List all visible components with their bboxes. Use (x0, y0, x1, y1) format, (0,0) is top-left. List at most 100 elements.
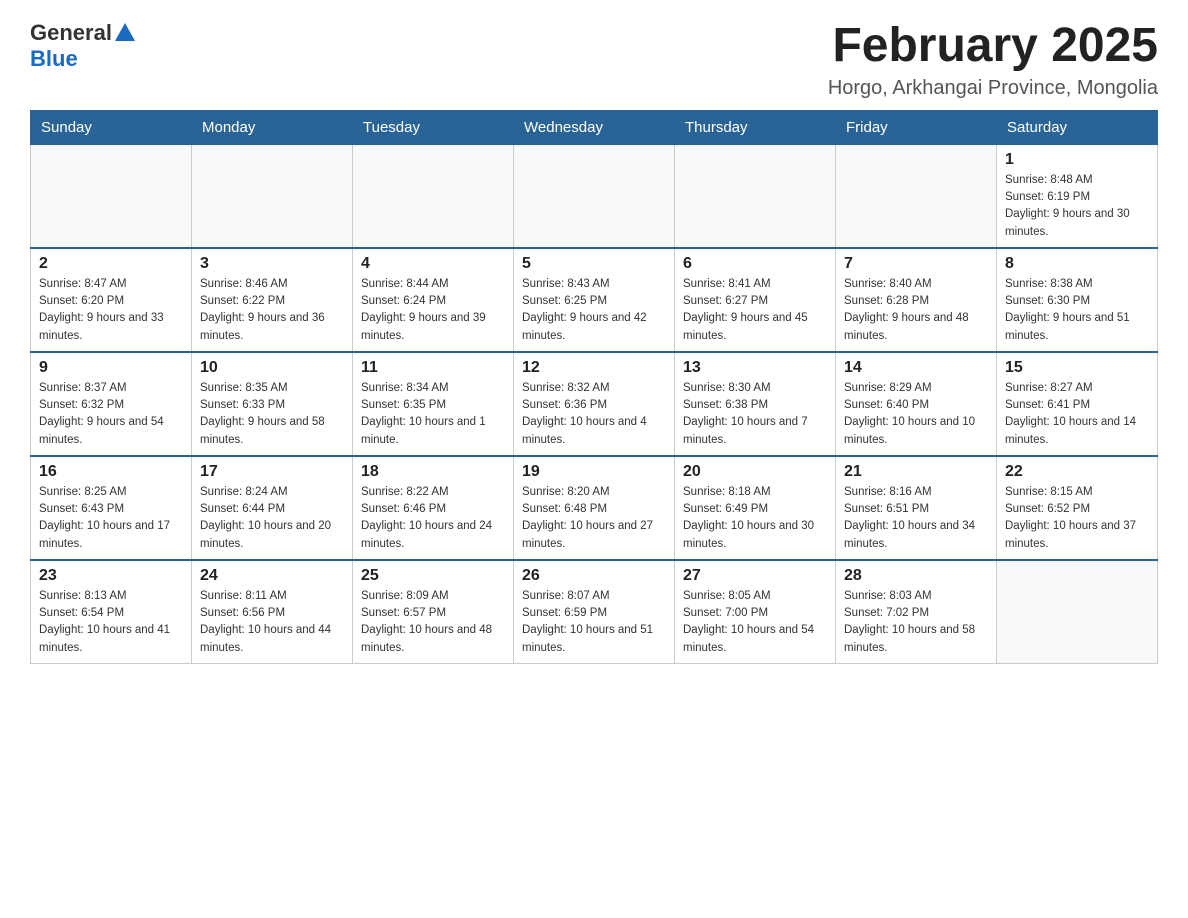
day-info: Sunrise: 8:34 AM Sunset: 6:35 PM Dayligh… (361, 380, 505, 449)
day-number: 11 (361, 359, 505, 377)
day-info: Sunrise: 8:37 AM Sunset: 6:32 PM Dayligh… (39, 380, 183, 449)
day-number: 20 (683, 463, 827, 481)
day-number: 1 (1005, 151, 1149, 169)
day-number: 6 (683, 255, 827, 273)
calendar-day-cell: 1 Sunrise: 8:48 AM Sunset: 6:19 PM Daylig… (997, 144, 1158, 248)
calendar-week-row: 23 Sunrise: 8:13 AM Sunset: 6:54 PM Dayli… (31, 560, 1158, 664)
day-number: 23 (39, 567, 183, 585)
calendar-week-row: 2Sunrise: 8:47 AM Sunset: 6:20 PM Daylig… (31, 248, 1158, 352)
day-info: Sunrise: 8:24 AM Sunset: 6:44 PM Dayligh… (200, 484, 344, 553)
day-number: 15 (1005, 359, 1149, 377)
calendar-day-cell: 28 Sunrise: 8:03 AM Sunset: 7:02 PM Dayli… (836, 560, 997, 664)
calendar-day-cell: 22 Sunrise: 8:15 AM Sunset: 6:52 PM Dayli… (997, 456, 1158, 560)
calendar-day-cell: 21 Sunrise: 8:16 AM Sunset: 6:51 PM Dayli… (836, 456, 997, 560)
col-header-sunday: Sunday (31, 110, 192, 144)
day-info: Sunrise: 8:41 AM Sunset: 6:27 PM Dayligh… (683, 276, 827, 345)
day-number: 17 (200, 463, 344, 481)
day-number: 3 (200, 255, 344, 273)
calendar-day-cell: 19Sunrise: 8:20 AM Sunset: 6:48 PM Dayli… (514, 456, 675, 560)
day-number: 24 (200, 567, 344, 585)
day-number: 12 (522, 359, 666, 377)
day-info: Sunrise: 8:03 AM Sunset: 7:02 PM Dayligh… (844, 588, 988, 657)
col-header-monday: Monday (192, 110, 353, 144)
day-info: Sunrise: 8:11 AM Sunset: 6:56 PM Dayligh… (200, 588, 344, 657)
day-info: Sunrise: 8:09 AM Sunset: 6:57 PM Dayligh… (361, 588, 505, 657)
calendar-day-cell: 24 Sunrise: 8:11 AM Sunset: 6:56 PM Dayli… (192, 560, 353, 664)
day-number: 10 (200, 359, 344, 377)
calendar-day-cell: 2Sunrise: 8:47 AM Sunset: 6:20 PM Daylig… (31, 248, 192, 352)
day-number: 8 (1005, 255, 1149, 273)
calendar-day-cell (31, 144, 192, 248)
calendar-day-cell (514, 144, 675, 248)
day-number: 21 (844, 463, 988, 481)
day-info: Sunrise: 8:35 AM Sunset: 6:33 PM Dayligh… (200, 380, 344, 449)
day-number: 13 (683, 359, 827, 377)
calendar-day-cell: 11 Sunrise: 8:34 AM Sunset: 6:35 PM Dayli… (353, 352, 514, 456)
day-info: Sunrise: 8:32 AM Sunset: 6:36 PM Dayligh… (522, 380, 666, 449)
calendar-day-cell: 12 Sunrise: 8:32 AM Sunset: 6:36 PM Dayli… (514, 352, 675, 456)
day-info: Sunrise: 8:44 AM Sunset: 6:24 PM Dayligh… (361, 276, 505, 345)
day-number: 25 (361, 567, 505, 585)
day-info: Sunrise: 8:07 AM Sunset: 6:59 PM Dayligh… (522, 588, 666, 657)
day-info: Sunrise: 8:16 AM Sunset: 6:51 PM Dayligh… (844, 484, 988, 553)
month-title: February 2025 (828, 20, 1158, 73)
day-info: Sunrise: 8:30 AM Sunset: 6:38 PM Dayligh… (683, 380, 827, 449)
calendar-day-cell: 23 Sunrise: 8:13 AM Sunset: 6:54 PM Dayli… (31, 560, 192, 664)
day-info: Sunrise: 8:29 AM Sunset: 6:40 PM Dayligh… (844, 380, 988, 449)
calendar-day-cell: 25 Sunrise: 8:09 AM Sunset: 6:57 PM Dayli… (353, 560, 514, 664)
day-number: 26 (522, 567, 666, 585)
day-number: 4 (361, 255, 505, 273)
logo-blue-text: Blue (30, 46, 78, 71)
calendar-day-cell (192, 144, 353, 248)
calendar-day-cell: 8 Sunrise: 8:38 AM Sunset: 6:30 PM Daylig… (997, 248, 1158, 352)
day-info: Sunrise: 8:15 AM Sunset: 6:52 PM Dayligh… (1005, 484, 1149, 553)
day-number: 7 (844, 255, 988, 273)
day-info: Sunrise: 8:27 AM Sunset: 6:41 PM Dayligh… (1005, 380, 1149, 449)
day-number: 27 (683, 567, 827, 585)
day-info: Sunrise: 8:22 AM Sunset: 6:46 PM Dayligh… (361, 484, 505, 553)
day-info: Sunrise: 8:38 AM Sunset: 6:30 PM Dayligh… (1005, 276, 1149, 345)
day-info: Sunrise: 8:05 AM Sunset: 7:00 PM Dayligh… (683, 588, 827, 657)
calendar-day-cell (836, 144, 997, 248)
logo-triangle-icon (115, 23, 135, 41)
calendar-day-cell (675, 144, 836, 248)
calendar-day-cell: 26 Sunrise: 8:07 AM Sunset: 6:59 PM Dayli… (514, 560, 675, 664)
calendar-day-cell: 16Sunrise: 8:25 AM Sunset: 6:43 PM Dayli… (31, 456, 192, 560)
calendar-day-cell: 15 Sunrise: 8:27 AM Sunset: 6:41 PM Dayli… (997, 352, 1158, 456)
day-number: 5 (522, 255, 666, 273)
calendar-day-cell: 27 Sunrise: 8:05 AM Sunset: 7:00 PM Dayli… (675, 560, 836, 664)
logo-general-text: General (30, 20, 112, 46)
calendar-week-row: 16Sunrise: 8:25 AM Sunset: 6:43 PM Dayli… (31, 456, 1158, 560)
calendar-day-cell (353, 144, 514, 248)
calendar-day-cell: 3 Sunrise: 8:46 AM Sunset: 6:22 PM Daylig… (192, 248, 353, 352)
calendar-day-cell: 7Sunrise: 8:40 AM Sunset: 6:28 PM Daylig… (836, 248, 997, 352)
calendar-table: SundayMondayTuesdayWednesdayThursdayFrid… (30, 110, 1158, 664)
col-header-wednesday: Wednesday (514, 110, 675, 144)
calendar-week-row: 9 Sunrise: 8:37 AM Sunset: 6:32 PM Daylig… (31, 352, 1158, 456)
day-number: 18 (361, 463, 505, 481)
calendar-day-cell: 6 Sunrise: 8:41 AM Sunset: 6:27 PM Daylig… (675, 248, 836, 352)
day-info: Sunrise: 8:13 AM Sunset: 6:54 PM Dayligh… (39, 588, 183, 657)
calendar-day-cell: 17 Sunrise: 8:24 AM Sunset: 6:44 PM Dayli… (192, 456, 353, 560)
col-header-tuesday: Tuesday (353, 110, 514, 144)
calendar-day-cell: 5Sunrise: 8:43 AM Sunset: 6:25 PM Daylig… (514, 248, 675, 352)
calendar-day-cell: 10 Sunrise: 8:35 AM Sunset: 6:33 PM Dayli… (192, 352, 353, 456)
calendar-day-cell (997, 560, 1158, 664)
calendar-day-cell: 13 Sunrise: 8:30 AM Sunset: 6:38 PM Dayli… (675, 352, 836, 456)
calendar-header-row: SundayMondayTuesdayWednesdayThursdayFrid… (31, 110, 1158, 144)
col-header-friday: Friday (836, 110, 997, 144)
day-number: 14 (844, 359, 988, 377)
title-section: February 2025 Horgo, Arkhangai Province,… (828, 20, 1158, 100)
day-info: Sunrise: 8:48 AM Sunset: 6:19 PM Dayligh… (1005, 172, 1149, 241)
calendar-day-cell: 9 Sunrise: 8:37 AM Sunset: 6:32 PM Daylig… (31, 352, 192, 456)
day-number: 28 (844, 567, 988, 585)
day-number: 9 (39, 359, 183, 377)
col-header-thursday: Thursday (675, 110, 836, 144)
day-info: Sunrise: 8:47 AM Sunset: 6:20 PM Dayligh… (39, 276, 183, 345)
calendar-day-cell: 4 Sunrise: 8:44 AM Sunset: 6:24 PM Daylig… (353, 248, 514, 352)
logo: General Blue (30, 20, 135, 72)
calendar-day-cell: 20Sunrise: 8:18 AM Sunset: 6:49 PM Dayli… (675, 456, 836, 560)
day-number: 22 (1005, 463, 1149, 481)
col-header-saturday: Saturday (997, 110, 1158, 144)
day-info: Sunrise: 8:46 AM Sunset: 6:22 PM Dayligh… (200, 276, 344, 345)
